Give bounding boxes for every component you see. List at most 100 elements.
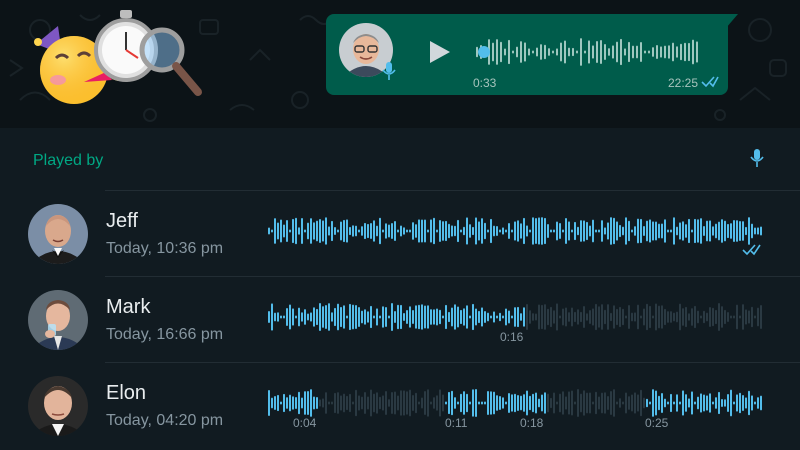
waveform-bar xyxy=(613,217,615,245)
waveform-bar xyxy=(715,309,717,325)
waveform-bar xyxy=(718,303,720,331)
waveform-bar xyxy=(331,401,333,405)
waveform-bar xyxy=(700,218,702,244)
waveform-bar xyxy=(572,47,574,57)
waveform-bar xyxy=(346,395,348,411)
waveform-bar xyxy=(301,218,303,244)
avatar-jeff[interactable] xyxy=(28,204,88,264)
waveform-bar xyxy=(337,303,339,331)
waveform-bar xyxy=(673,312,675,322)
waveform-bar xyxy=(601,392,603,414)
waveform-bar xyxy=(640,218,642,244)
waveform-bar xyxy=(541,217,543,245)
waveform-bar xyxy=(415,224,417,238)
waveform-bar xyxy=(295,397,297,409)
waveform-bar xyxy=(484,222,486,240)
avatar-elon[interactable] xyxy=(28,376,88,436)
waveform-bar xyxy=(730,315,732,319)
waveform-bar xyxy=(472,303,474,331)
waveform-bar xyxy=(445,401,447,405)
waveform-bar xyxy=(493,225,495,237)
waveform-bar xyxy=(433,309,435,325)
waveform-bar xyxy=(382,229,384,233)
waveform-bar xyxy=(676,394,678,412)
waveform-bar xyxy=(325,305,327,329)
listener-played-time: Today, 16:66 pm xyxy=(106,326,224,343)
waveform-bar xyxy=(667,229,669,233)
listener-waveform[interactable] xyxy=(268,302,764,332)
play-icon[interactable] xyxy=(426,39,452,65)
waveform-bar xyxy=(445,220,447,242)
waveform-bar xyxy=(544,44,546,60)
waveform-bar xyxy=(484,310,486,324)
waveform-bar xyxy=(295,217,297,245)
waveform-bar xyxy=(622,226,624,236)
waveform-bar xyxy=(472,226,474,236)
waveform-bar xyxy=(298,391,300,415)
waveform-bar xyxy=(508,310,510,324)
waveform-bar xyxy=(727,393,729,413)
waveform-bar xyxy=(652,389,654,417)
waveform-bar xyxy=(451,225,453,237)
waveform-bar xyxy=(661,305,663,329)
message-waveform[interactable] xyxy=(476,37,706,67)
waveform-bar xyxy=(637,218,639,244)
waveform-bar xyxy=(656,45,658,59)
waveform-bar xyxy=(616,41,618,63)
waveform-bar xyxy=(556,401,558,405)
waveform-bar xyxy=(604,227,606,235)
mic-icon[interactable] xyxy=(750,148,764,168)
waveform-bar xyxy=(376,308,378,326)
waveform-bar xyxy=(754,401,756,405)
waveform-bar xyxy=(538,304,540,330)
waveform-bar xyxy=(496,226,498,236)
waveform-bar xyxy=(289,304,291,330)
waveform-bar xyxy=(415,305,417,329)
listener-played-time: Today, 04:20 pm xyxy=(106,412,224,429)
waveform-bar xyxy=(481,401,483,405)
waveform-bar xyxy=(397,304,399,330)
listener-row-jeff[interactable]: Jeff Today, 10:36 pm xyxy=(0,191,800,277)
waveform-bar xyxy=(712,226,714,236)
waveform-bar xyxy=(670,393,672,413)
voice-message-bubble[interactable]: 0:33 22:25 xyxy=(326,14,738,95)
waveform-bar xyxy=(739,220,741,242)
waveform-bar xyxy=(748,390,750,416)
waveform-bar xyxy=(424,391,426,415)
waveform-bar xyxy=(718,221,720,241)
waveform-bar xyxy=(643,225,645,237)
waveform-bar xyxy=(475,217,477,245)
waveform-bar xyxy=(604,44,606,60)
waveform-bar xyxy=(640,41,642,63)
waveform-bar xyxy=(397,229,399,233)
waveform-bar xyxy=(718,391,720,415)
listener-waveform[interactable] xyxy=(268,388,764,418)
waveform-bar xyxy=(547,393,549,413)
waveform-bar xyxy=(523,394,525,412)
listener-row-elon[interactable]: Elon Today, 04:20 pm 0:04 0:11 0:18 0:25 xyxy=(0,363,800,449)
listener-row-mark[interactable]: Mark Today, 16:66 pm 0:16 xyxy=(0,277,800,363)
waveform-bar xyxy=(331,220,333,242)
waveform-bar xyxy=(619,398,621,408)
listener-waveform[interactable] xyxy=(268,216,764,246)
waveform-bar xyxy=(592,219,594,243)
waveform-bar xyxy=(631,394,633,412)
waveform-bar xyxy=(433,397,435,409)
waveform-bar xyxy=(589,225,591,237)
waveform-bar xyxy=(310,218,312,244)
waveform-bar xyxy=(640,389,642,417)
waveform-bar xyxy=(748,310,750,324)
waveform-bar xyxy=(502,315,504,319)
waveform-bar xyxy=(319,399,321,407)
waveform-bar xyxy=(340,395,342,411)
waveform-bar xyxy=(349,226,351,236)
waveform-bar xyxy=(560,42,562,62)
waveform-bar xyxy=(436,395,438,411)
waveform-bar xyxy=(271,229,273,233)
waveform-bar xyxy=(358,395,360,411)
waveform-bar xyxy=(760,304,762,330)
waveform-bar xyxy=(595,303,597,331)
waveform-bar xyxy=(580,38,582,66)
playhead-dot[interactable] xyxy=(478,46,490,58)
avatar-mark[interactable] xyxy=(28,290,88,350)
